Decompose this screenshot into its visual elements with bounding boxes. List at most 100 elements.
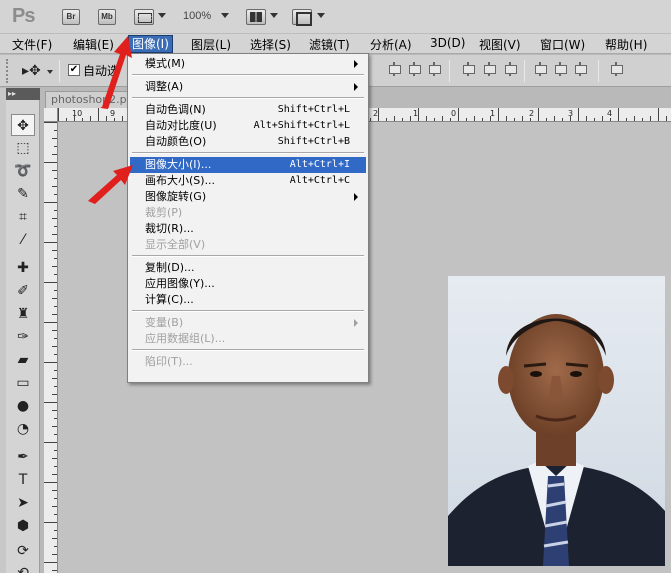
portrait-photo (448, 276, 665, 566)
ruler-tick (98, 108, 99, 121)
history-brush-tool-icon[interactable]: ✑ (11, 326, 35, 348)
align-vertical-center-icon[interactable] (408, 62, 421, 76)
divider (598, 60, 599, 82)
tool-preset-dropdown-icon[interactable] (47, 70, 53, 74)
ruler-tick (402, 118, 403, 121)
menu-layer[interactable]: 图层(L) (191, 36, 231, 53)
zoom-dropdown-icon[interactable] (221, 13, 229, 18)
ruler-tick (44, 402, 57, 403)
ruler-tick (54, 258, 57, 259)
shape-tool-icon[interactable]: ⬢ (11, 515, 35, 537)
ruler-tick (52, 570, 57, 571)
image-menu-item[interactable]: 自动色调(N) Shift+Ctrl+L (130, 102, 366, 118)
dodge-tool-icon[interactable]: ◔ (11, 418, 35, 440)
vertical-ruler[interactable] (44, 108, 58, 573)
photoshop-logo: Ps (12, 5, 35, 27)
menu-filter[interactable]: 滤镜(T) (309, 36, 350, 53)
blur-tool-icon[interactable]: ● (11, 395, 35, 417)
image-menu-item[interactable]: 图像大小(I)... Alt+Ctrl+I (130, 157, 366, 173)
image-menu-item[interactable]: 裁切(R)... (130, 221, 366, 237)
quick-select-tool-icon[interactable]: ✎ (11, 183, 35, 205)
ruler-tick (66, 118, 67, 121)
align-top-icon[interactable] (388, 62, 401, 76)
distribute-top-icon[interactable] (462, 62, 475, 76)
image-menu-item[interactable]: 调整(A) (130, 79, 366, 95)
menu-item-label: 模式(M) (145, 57, 186, 70)
menu-window[interactable]: 窗口(W) (540, 36, 585, 53)
submenu-arrow-icon (354, 319, 358, 327)
image-menu-item[interactable]: 计算(C)... (130, 292, 366, 308)
image-menu-item[interactable]: 应用图像(Y)... (130, 276, 366, 292)
mini-bridge-button[interactable]: Mb (98, 9, 116, 25)
align-bottom-icon[interactable] (428, 62, 441, 76)
ruler-tick (52, 138, 57, 139)
view-extras-icon[interactable] (134, 9, 154, 25)
ruler-tick (122, 116, 123, 121)
marquee-tool-icon[interactable]: ⬚ (11, 137, 35, 159)
ruler-tick (458, 108, 459, 121)
image-menu-item[interactable]: 自动对比度(U) Alt+Shift+Ctrl+L (130, 118, 366, 134)
menu-3d[interactable]: 3D(D) (430, 36, 465, 50)
ruler-origin[interactable] (44, 108, 58, 122)
lasso-tool-icon[interactable]: ➰ (11, 160, 35, 182)
distribute-vertical-center-icon[interactable] (483, 62, 496, 76)
eyedropper-tool-icon[interactable]: ⁄ (11, 229, 35, 251)
menu-select[interactable]: 选择(S) (250, 36, 291, 53)
ruler-label: 9 (110, 109, 116, 118)
ruler-tick (386, 118, 387, 121)
3d-orbit-tool-icon[interactable]: ⟲ (11, 562, 35, 573)
distribute-right-icon[interactable] (574, 62, 587, 76)
gradient-tool-icon[interactable]: ▭ (11, 372, 35, 394)
menu-file[interactable]: 文件(F) (12, 36, 52, 53)
ruler-tick (44, 122, 57, 123)
crop-tool-icon[interactable]: ⌗ (11, 206, 35, 228)
distribute-bottom-icon[interactable] (504, 62, 517, 76)
image-menu-item[interactable]: 画布大小(S)... Alt+Ctrl+C (130, 173, 366, 189)
move-tool-icon[interactable]: ✥ (11, 114, 35, 136)
menu-edit[interactable]: 编辑(E) (73, 36, 114, 53)
ruler-tick (54, 434, 57, 435)
menu-analysis[interactable]: 分析(A) (370, 36, 412, 53)
ruler-tick (52, 378, 57, 379)
auto-select-checkbox[interactable]: ✔ (68, 64, 80, 76)
bridge-button[interactable]: Br (62, 9, 80, 25)
menu-item-label: 画布大小(S)... (145, 174, 216, 187)
auto-align-layers-icon[interactable] (610, 62, 623, 76)
ruler-tick (54, 338, 57, 339)
move-tool-preset-icon[interactable]: ▸✥ (22, 63, 41, 79)
view-extras-dropdown-icon[interactable] (158, 13, 166, 18)
menu-image[interactable]: 图像(I) (128, 35, 173, 53)
ruler-tick (44, 522, 57, 523)
image-menu-item[interactable]: 自动颜色(O) Shift+Ctrl+B (130, 134, 366, 150)
image-menu-item[interactable]: 复制(D)... (130, 260, 366, 276)
image-menu-item[interactable]: 图像旋转(G) (130, 189, 366, 205)
brush-tool-icon[interactable]: ✐ (11, 280, 35, 302)
screen-mode-icon[interactable] (292, 9, 312, 26)
type-tool-icon[interactable]: T (11, 469, 35, 491)
pen-tool-icon[interactable]: ✒ (11, 446, 35, 468)
eraser-tool-icon[interactable]: ▰ (11, 349, 35, 371)
document-tab[interactable]: photoshop2.p (45, 91, 128, 108)
menu-help[interactable]: 帮助(H) (605, 36, 647, 53)
arrange-documents-icon[interactable] (246, 9, 266, 25)
path-select-tool-icon[interactable]: ➤ (11, 492, 35, 514)
tools-panel-collapse-icon[interactable]: ▸▸ (6, 88, 40, 100)
distribute-horizontal-center-icon[interactable] (554, 62, 567, 76)
3d-rotate-tool-icon[interactable]: ⟳ (11, 540, 35, 562)
options-grip[interactable] (6, 59, 10, 83)
image-menu-item[interactable]: 模式(M) (130, 56, 366, 72)
menu-separator (132, 152, 364, 154)
arrange-dropdown-icon[interactable] (270, 13, 278, 18)
ruler-tick (54, 290, 57, 291)
screen-mode-dropdown-icon[interactable] (317, 13, 325, 18)
menu-separator (132, 310, 364, 312)
menu-item-label: 复制(D)... (145, 261, 195, 274)
ruler-tick (54, 418, 57, 419)
distribute-left-icon[interactable] (534, 62, 547, 76)
healing-brush-tool-icon[interactable]: ✚ (11, 257, 35, 279)
clone-stamp-tool-icon[interactable]: ♜ (11, 303, 35, 325)
menu-view[interactable]: 视图(V) (479, 36, 521, 53)
menu-item-shortcut: Shift+Ctrl+L (277, 104, 350, 115)
zoom-level[interactable]: 100% (183, 10, 211, 22)
ruler-tick (58, 108, 59, 121)
